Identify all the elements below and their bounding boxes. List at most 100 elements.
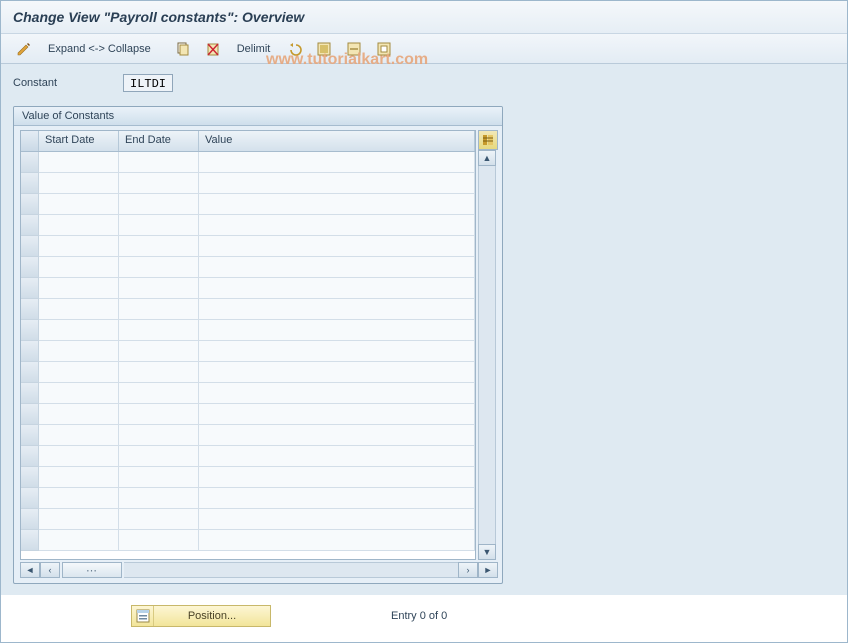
table-row[interactable] [21,152,475,173]
cell-start-date[interactable] [39,215,119,236]
cell-start-date[interactable] [39,194,119,215]
delimit-button[interactable]: Delimit [230,39,278,59]
table-row[interactable] [21,509,475,530]
row-selector[interactable] [21,530,39,551]
row-selector[interactable] [21,173,39,194]
row-selector[interactable] [21,194,39,215]
table-row[interactable] [21,173,475,194]
cell-end-date[interactable] [119,362,199,383]
deselect-all-icon[interactable] [341,39,367,59]
row-selector[interactable] [21,446,39,467]
cell-value[interactable] [199,425,475,446]
cell-end-date[interactable] [119,257,199,278]
cell-end-date[interactable] [119,236,199,257]
table-row[interactable] [21,530,475,551]
cell-value[interactable] [199,194,475,215]
column-start-date[interactable]: Start Date [39,131,119,151]
cell-value[interactable] [199,257,475,278]
cell-start-date[interactable] [39,509,119,530]
cell-value[interactable] [199,446,475,467]
cell-value[interactable] [199,173,475,194]
cell-start-date[interactable] [39,467,119,488]
cell-value[interactable] [199,509,475,530]
cell-start-date[interactable] [39,383,119,404]
cell-start-date[interactable] [39,425,119,446]
table-row[interactable] [21,383,475,404]
cell-end-date[interactable] [119,278,199,299]
table-config-icon[interactable] [478,130,498,150]
undo-icon[interactable] [281,39,307,59]
cell-end-date[interactable] [119,299,199,320]
cell-end-date[interactable] [119,152,199,173]
vertical-scrollbar[interactable]: ▲ ▼ [478,150,496,560]
scroll-right-icon[interactable]: › [458,562,478,578]
table-row[interactable] [21,278,475,299]
select-all-icon[interactable] [311,39,337,59]
cell-start-date[interactable] [39,341,119,362]
cell-value[interactable] [199,215,475,236]
row-selector[interactable] [21,383,39,404]
cell-value[interactable] [199,488,475,509]
cell-end-date[interactable] [119,194,199,215]
cell-start-date[interactable] [39,236,119,257]
cell-end-date[interactable] [119,488,199,509]
cell-value[interactable] [199,152,475,173]
row-selector[interactable] [21,236,39,257]
row-selector[interactable] [21,299,39,320]
scroll-up-icon[interactable]: ▲ [478,150,496,166]
expand-collapse-button[interactable]: Expand <-> Collapse [41,39,158,59]
table-row[interactable] [21,215,475,236]
cell-value[interactable] [199,530,475,551]
row-selector[interactable] [21,425,39,446]
cell-start-date[interactable] [39,257,119,278]
cell-start-date[interactable] [39,320,119,341]
row-selector[interactable] [21,341,39,362]
cell-start-date[interactable] [39,362,119,383]
cell-value[interactable] [199,278,475,299]
scroll-track[interactable] [478,166,496,544]
row-selector[interactable] [21,152,39,173]
cell-end-date[interactable] [119,173,199,194]
cell-end-date[interactable] [119,383,199,404]
cell-start-date[interactable] [39,278,119,299]
row-selector[interactable] [21,278,39,299]
cell-start-date[interactable] [39,530,119,551]
row-selector[interactable] [21,215,39,236]
change-icon[interactable] [11,39,37,59]
scroll-first-icon[interactable]: ◄ [20,562,40,578]
table-row[interactable] [21,488,475,509]
cell-end-date[interactable] [119,467,199,488]
table-row[interactable] [21,425,475,446]
scroll-left-icon[interactable]: ‹ [40,562,60,578]
table-row[interactable] [21,236,475,257]
cell-end-date[interactable] [119,341,199,362]
cell-value[interactable] [199,320,475,341]
cell-end-date[interactable] [119,404,199,425]
table-row[interactable] [21,404,475,425]
column-end-date[interactable]: End Date [119,131,199,151]
table-row[interactable] [21,320,475,341]
table-row[interactable] [21,194,475,215]
cell-value[interactable] [199,383,475,404]
cell-end-date[interactable] [119,320,199,341]
row-selector[interactable] [21,509,39,530]
scroll-down-icon[interactable]: ▼ [478,544,496,560]
row-selector[interactable] [21,320,39,341]
table-row[interactable] [21,446,475,467]
cell-end-date[interactable] [119,425,199,446]
scroll-last-icon[interactable]: ► [478,562,498,578]
row-selector[interactable] [21,362,39,383]
cell-start-date[interactable] [39,152,119,173]
horizontal-scrollbar[interactable]: ◄ ‹ ⋯ › ► [20,562,498,578]
cell-end-date[interactable] [119,215,199,236]
table-row[interactable] [21,257,475,278]
table-row[interactable] [21,299,475,320]
table-row[interactable] [21,362,475,383]
row-selector-header[interactable] [21,131,39,151]
cell-start-date[interactable] [39,488,119,509]
cell-start-date[interactable] [39,299,119,320]
cell-value[interactable] [199,341,475,362]
cell-start-date[interactable] [39,446,119,467]
row-selector[interactable] [21,257,39,278]
row-selector[interactable] [21,467,39,488]
